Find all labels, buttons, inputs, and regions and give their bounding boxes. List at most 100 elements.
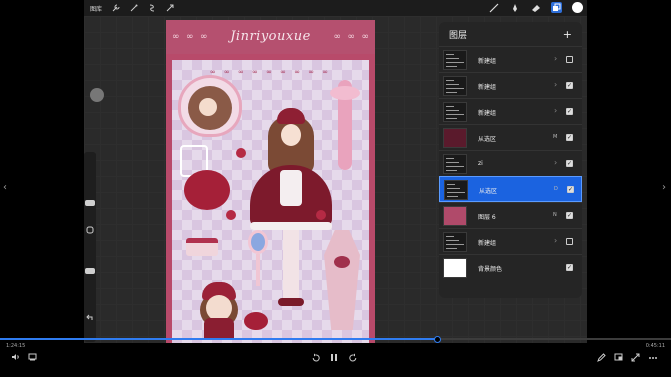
thumbnail-line <box>447 196 458 197</box>
layer-thumbnail <box>443 76 467 96</box>
thumbnail-line <box>446 88 464 89</box>
visibility-checkbox[interactable] <box>566 238 573 245</box>
visibility-checkbox[interactable]: ✓ <box>566 160 573 167</box>
right-tools <box>488 2 583 13</box>
girl-hat <box>277 108 305 124</box>
rewind-icon[interactable] <box>311 353 321 363</box>
layer-row[interactable]: 新建组 › <box>439 46 582 72</box>
layers-panel: 图层 + 新建组 › 新建组 › ✓ 新建组 › ✓ 从选区 M ✓ zi › ✓ 从选区 D ✓ 图层 6 N ✓ 新… <box>439 22 582 298</box>
layer-thumbnail <box>443 128 467 148</box>
thumbnail-line <box>446 166 464 167</box>
visibility-checkbox[interactable]: ✓ <box>567 186 574 193</box>
gallery-button[interactable]: 图库 <box>90 4 102 13</box>
visibility-checkbox[interactable] <box>566 56 573 63</box>
coffin-heart <box>334 256 350 268</box>
blend-mode[interactable]: M <box>553 134 557 140</box>
dress-ruffle <box>250 222 332 230</box>
thumbnail-line <box>446 240 459 241</box>
chevron-right-icon[interactable]: › <box>554 158 557 167</box>
layer-name: 新建组 <box>478 240 497 247</box>
layer-name: 新建组 <box>478 58 497 65</box>
opacity-slider[interactable] <box>85 268 95 274</box>
next-arrow-icon[interactable]: › <box>662 182 666 193</box>
pretzel-row: ∞ ∞ ∞ ∞ ∞ ∞ ∞ ∞ ∞ <box>209 68 332 76</box>
transform-icon[interactable] <box>166 4 174 12</box>
chevron-right-icon[interactable]: › <box>554 106 557 115</box>
visibility-checkbox[interactable]: ✓ <box>566 212 573 219</box>
plus-icon[interactable]: + <box>563 28 572 41</box>
layers-title: 图层 <box>449 30 468 41</box>
layer-thumbnail <box>443 258 467 278</box>
layer-row[interactable]: 背景颜色 ✓ <box>439 254 582 280</box>
undo-icon[interactable] <box>85 314 95 324</box>
forward-icon[interactable] <box>348 353 358 363</box>
thumbnail-line <box>446 236 454 237</box>
magic-wand-icon[interactable] <box>130 4 138 12</box>
thumbnail-line <box>446 244 464 245</box>
rose <box>316 210 326 220</box>
progress-fill <box>0 338 437 340</box>
layer-row[interactable]: 从选区 M ✓ <box>439 124 582 150</box>
color-icon[interactable] <box>572 2 583 13</box>
layer-thumbnail <box>444 180 468 200</box>
chevron-right-icon[interactable]: › <box>554 54 557 63</box>
previous-arrow-icon[interactable]: ‹ <box>3 182 7 193</box>
edit-icon[interactable] <box>596 353 606 363</box>
layers-icon[interactable] <box>551 2 562 13</box>
screen-icon[interactable] <box>613 353 623 363</box>
square-icon[interactable] <box>85 226 95 236</box>
layer-name: 背景颜色 <box>478 266 503 273</box>
layer-thumbnail <box>443 232 467 252</box>
chibi-body <box>204 318 234 340</box>
layer-row[interactable]: 从选区 D ✓ <box>439 176 582 202</box>
eyedropper-button[interactable] <box>90 88 104 102</box>
thumbnail-line <box>446 248 457 249</box>
pause-icon[interactable] <box>329 353 339 363</box>
fullscreen-icon[interactable] <box>630 353 640 363</box>
wrench-icon[interactable] <box>112 4 120 12</box>
layer-thumbnail <box>443 154 467 174</box>
layer-row[interactable]: 新建组 › ✓ <box>439 72 582 98</box>
visibility-checkbox[interactable]: ✓ <box>566 264 573 271</box>
layer-name: zi <box>478 160 483 167</box>
thumbnail-line <box>446 80 454 81</box>
rose-cluster <box>244 312 268 330</box>
thumbnail-line <box>446 114 464 115</box>
blend-mode[interactable]: N <box>553 212 557 218</box>
blend-mode[interactable]: D <box>554 186 558 192</box>
brush-icon[interactable] <box>488 2 499 13</box>
thumbnail-line <box>446 158 454 159</box>
visibility-checkbox[interactable]: ✓ <box>566 108 573 115</box>
selection-icon[interactable] <box>148 4 156 12</box>
progress-knob[interactable] <box>434 336 441 343</box>
girl-face <box>281 124 301 146</box>
thumbnail-line <box>446 84 459 85</box>
brush-size-slider[interactable] <box>85 200 95 206</box>
layer-row[interactable]: zi › ✓ <box>439 150 582 176</box>
visibility-checkbox[interactable]: ✓ <box>566 82 573 89</box>
eraser-icon[interactable] <box>530 2 541 13</box>
more-icon[interactable] <box>648 353 658 363</box>
thumbnail-line <box>446 92 457 93</box>
subtitle-icon[interactable] <box>27 353 37 363</box>
layer-name: 图层 6 <box>478 214 496 221</box>
layer-row[interactable]: 新建组 › ✓ <box>439 98 582 124</box>
visibility-checkbox[interactable]: ✓ <box>566 134 573 141</box>
thumbnail-line <box>446 62 464 63</box>
rose-bouquet <box>184 170 230 210</box>
layer-thumbnail <box>443 206 467 226</box>
heart-mirror <box>248 230 268 254</box>
layer-row[interactable]: 新建组 › <box>439 228 582 254</box>
thumbnail-line <box>446 118 457 119</box>
thumbnail-line <box>446 66 457 67</box>
girl-legs <box>283 230 299 300</box>
umbrella-top <box>330 86 360 100</box>
remaining-time: 0:45:11 <box>645 343 665 349</box>
chevron-right-icon[interactable]: › <box>554 236 557 245</box>
smudge-icon[interactable] <box>509 2 520 13</box>
artwork-canvas[interactable]: ∞ ∞ ∞ ∞ ∞ ∞ Jinriyouxue ∞ ∞ ∞ ∞ ∞ ∞ ∞ ∞ ∞ <box>166 20 375 343</box>
volume-icon[interactable] <box>10 353 20 363</box>
layer-row[interactable]: 图层 6 N ✓ <box>439 202 582 228</box>
thumbnail-line <box>446 110 459 111</box>
chevron-right-icon[interactable]: › <box>554 80 557 89</box>
